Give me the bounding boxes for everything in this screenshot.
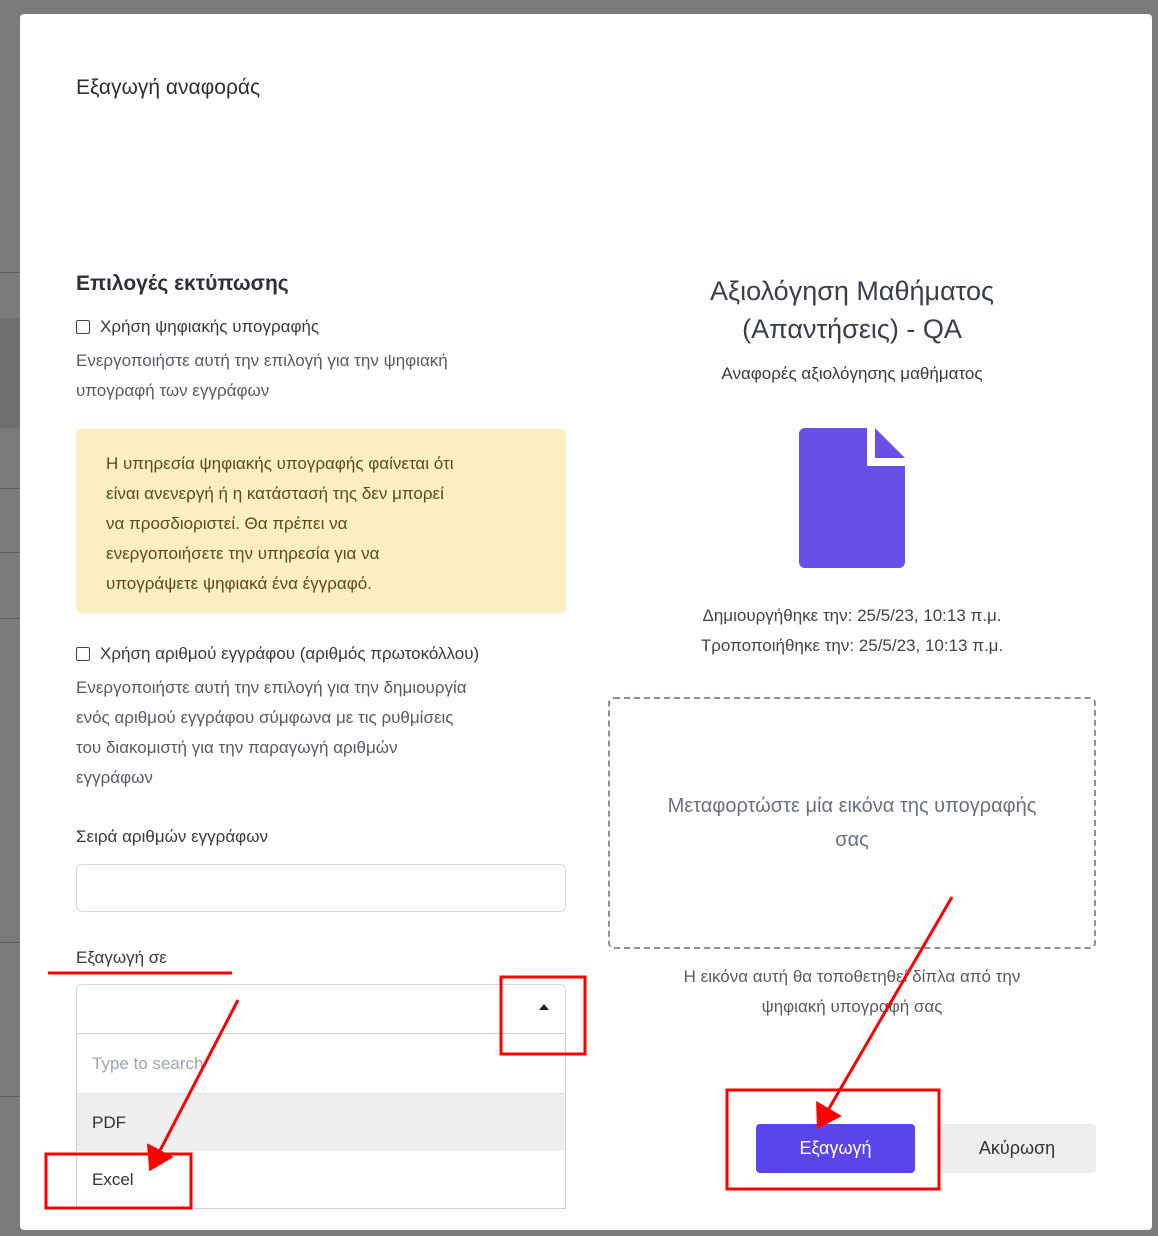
document-number-checkbox[interactable] xyxy=(76,647,90,661)
alert-line: να προσδιοριστεί. Θα πρέπει να xyxy=(106,514,348,533)
modal-title: Εξαγωγή αναφοράς xyxy=(76,76,261,99)
alert-line: είναι ανενεργή ή η κατάστασή της δεν μπο… xyxy=(106,484,444,503)
background-divider xyxy=(0,488,20,489)
upload-hint-line: Η εικόνα αυτή θα τοποθετηθεί δίπλα από τ… xyxy=(683,967,1021,986)
signature-upload-dropzone[interactable]: Μεταφορτώστε μία εικόνα της υπογραφής σα… xyxy=(608,697,1096,949)
help-line: Ενεργοποιήστε αυτή την επιλογή για την ψ… xyxy=(76,351,448,370)
export-button[interactable]: Εξαγωγή xyxy=(756,1124,915,1173)
signature-warning-alert: Η υπηρεσία ψηφιακής υπογραφής φαίνεται ό… xyxy=(76,429,566,613)
alert-line: ενεργοποιήσετε την υπηρεσία για να xyxy=(106,544,380,563)
print-options-title: Επιλογές εκτύπωσης xyxy=(76,272,289,295)
document-title: Αξιολόγηση Μαθήματος (Απαντήσεις) - QA xyxy=(608,272,1096,348)
created-date: Δημιουργήθηκε την: 25/5/23, 10:13 π.μ. xyxy=(702,606,1002,625)
series-input[interactable] xyxy=(76,864,566,912)
upload-hint: Η εικόνα αυτή θα τοποθετηθεί δίπλα από τ… xyxy=(608,962,1096,1022)
help-line: υπογραφή των εγγράφων xyxy=(76,381,270,400)
help-line: Ενεργοποιήστε αυτή την επιλογή για την δ… xyxy=(76,678,467,697)
alert-line: Η υπηρεσία ψηφιακής υπογραφής φαίνεται ό… xyxy=(106,454,454,473)
digital-signature-checkbox[interactable] xyxy=(76,320,90,334)
export-format-dropdown: Type to search PDF Excel xyxy=(76,1033,566,1209)
series-label: Σειρά αριθμών εγγράφων xyxy=(76,827,268,846)
background-divider xyxy=(0,1096,20,1097)
modified-date: Τροποποιήθηκε την: 25/5/23, 10:13 π.μ. xyxy=(700,636,1004,655)
help-line: ενός αριθμού εγγράφου σύμφωνα με τις ρυθ… xyxy=(76,708,454,727)
option-pdf[interactable]: PDF xyxy=(77,1094,565,1151)
digital-signature-help: Ενεργοποιήστε αυτή την επιλογή για την ψ… xyxy=(76,346,546,406)
option-excel[interactable]: Excel xyxy=(77,1151,565,1208)
export-format-select[interactable] xyxy=(76,984,566,1034)
document-title-line: Αξιολόγηση Μαθήματος xyxy=(709,276,994,306)
background-divider xyxy=(0,552,20,553)
export-to-label: Εξαγωγή σε xyxy=(76,948,167,967)
document-number-help: Ενεργοποιήστε αυτή την επιλογή για την δ… xyxy=(76,673,546,793)
file-icon xyxy=(799,428,905,568)
cancel-button[interactable]: Ακύρωση xyxy=(938,1124,1096,1173)
background-divider xyxy=(0,942,20,943)
background-panel xyxy=(0,318,20,428)
digital-signature-checkbox-row[interactable]: Χρήση ψηφιακής υπογραφής xyxy=(76,317,319,337)
export-report-modal: Εξαγωγή αναφοράς Επιλογές εκτύπωσης Χρήσ… xyxy=(20,14,1152,1230)
upload-hint-line: ψηφιακή υπογραφή σας xyxy=(761,997,943,1016)
dropdown-search-input[interactable]: Type to search xyxy=(77,1034,565,1094)
help-line: του διακομιστή για την παραγωγή αριθμών xyxy=(76,738,398,757)
background-divider xyxy=(0,272,20,273)
document-subtitle: Αναφορές αξιολόγησης μαθήματος xyxy=(721,364,983,383)
digital-signature-label: Χρήση ψηφιακής υπογραφής xyxy=(100,317,320,336)
document-number-label: Χρήση αριθμού εγγράφου (αριθμός πρωτοκόλ… xyxy=(100,644,480,663)
upload-text-line: σας xyxy=(835,829,869,851)
alert-line: υπογράψετε ψηφιακά ένα έγγραφό. xyxy=(106,574,372,593)
caret-up-icon[interactable] xyxy=(539,1004,549,1010)
upload-text-line: Μεταφορτώστε μία εικόνα της υπογραφής xyxy=(667,795,1037,817)
background-divider xyxy=(0,618,20,619)
document-title-line: (Απαντήσεις) - QA xyxy=(742,314,962,344)
help-line: εγγράφων xyxy=(76,768,153,787)
document-number-checkbox-row[interactable]: Χρήση αριθμού εγγράφου (αριθμός πρωτοκόλ… xyxy=(76,644,479,664)
